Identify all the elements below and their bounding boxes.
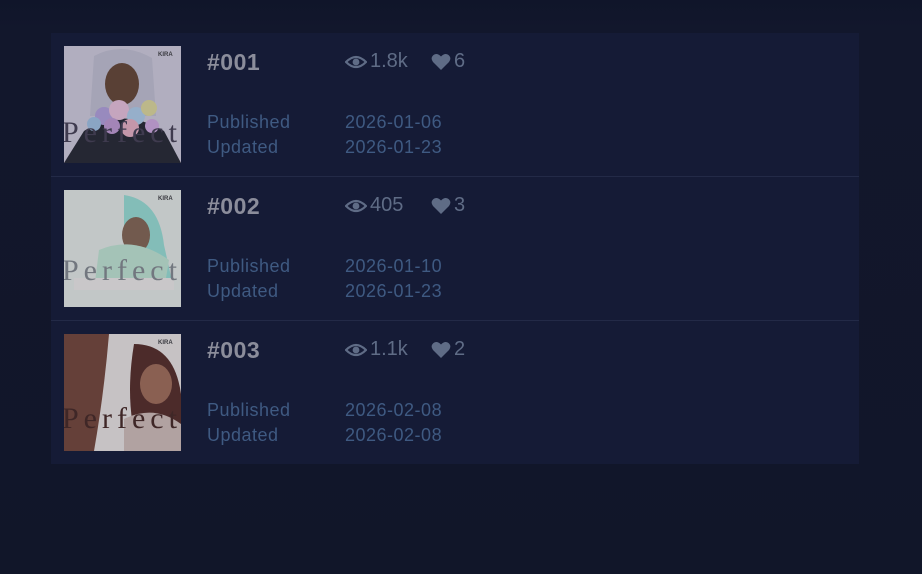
- updated-label: Updated: [207, 137, 279, 157]
- chapter-thumbnail[interactable]: KIRA Perfect: [64, 46, 181, 163]
- updated-label: Updated: [207, 425, 279, 445]
- chapter-list: KIRA Perfect #001 1.8k 6 Published 2026-…: [51, 33, 859, 464]
- chapter-number[interactable]: #002: [207, 193, 260, 220]
- svg-text:KIRA: KIRA: [158, 196, 173, 202]
- updated-date: 2026-02-08: [345, 425, 443, 445]
- chapter-thumbnail[interactable]: KIRA Perfect: [64, 334, 181, 451]
- published-label: Published: [207, 256, 291, 276]
- view-count: 1.1k: [345, 338, 408, 361]
- chapter-item[interactable]: KIRA Perfect #001 1.8k 6 Published 2026-…: [51, 33, 859, 177]
- heart-icon: [431, 53, 451, 70]
- chapter-number[interactable]: #003: [207, 337, 260, 364]
- view-count: 405: [345, 194, 403, 217]
- like-count-value: 3: [454, 194, 466, 216]
- eye-icon: [345, 55, 367, 68]
- like-count: 6: [431, 50, 465, 73]
- like-count: 3: [431, 194, 465, 217]
- svg-text:Perfect: Perfect: [64, 254, 181, 287]
- view-count-value: 405: [370, 194, 404, 216]
- eye-icon: [345, 343, 367, 356]
- like-count-value: 6: [454, 50, 466, 72]
- chapter-number[interactable]: #001: [207, 49, 260, 76]
- svg-text:Perfect: Perfect: [64, 402, 181, 435]
- updated-label: Updated: [207, 281, 279, 301]
- chapter-item[interactable]: KIRA Perfect #003 1.1k 2 Published 2026-…: [51, 321, 859, 464]
- chapter-item[interactable]: KIRA Perfect #002 405 3 Published 2026-0…: [51, 177, 859, 321]
- published-date: 2026-01-06: [345, 112, 443, 132]
- like-count-value: 2: [454, 338, 466, 360]
- published-date: 2026-02-08: [345, 400, 443, 420]
- svg-text:Perfect: Perfect: [64, 116, 181, 149]
- view-count-value: 1.1k: [370, 338, 408, 360]
- eye-icon: [345, 199, 367, 212]
- svg-text:KIRA: KIRA: [158, 52, 173, 58]
- published-label: Published: [207, 112, 291, 132]
- page: KIRA Perfect #001 1.8k 6 Published 2026-…: [0, 0, 922, 574]
- heart-icon: [431, 197, 451, 214]
- like-count: 2: [431, 338, 465, 361]
- updated-date: 2026-01-23: [345, 281, 443, 301]
- heart-icon: [431, 341, 451, 358]
- chapter-thumbnail[interactable]: KIRA Perfect: [64, 190, 181, 307]
- published-label: Published: [207, 400, 291, 420]
- published-date: 2026-01-10: [345, 256, 443, 276]
- view-count-value: 1.8k: [370, 50, 408, 72]
- updated-date: 2026-01-23: [345, 137, 443, 157]
- view-count: 1.8k: [345, 50, 408, 73]
- svg-text:KIRA: KIRA: [158, 340, 173, 346]
